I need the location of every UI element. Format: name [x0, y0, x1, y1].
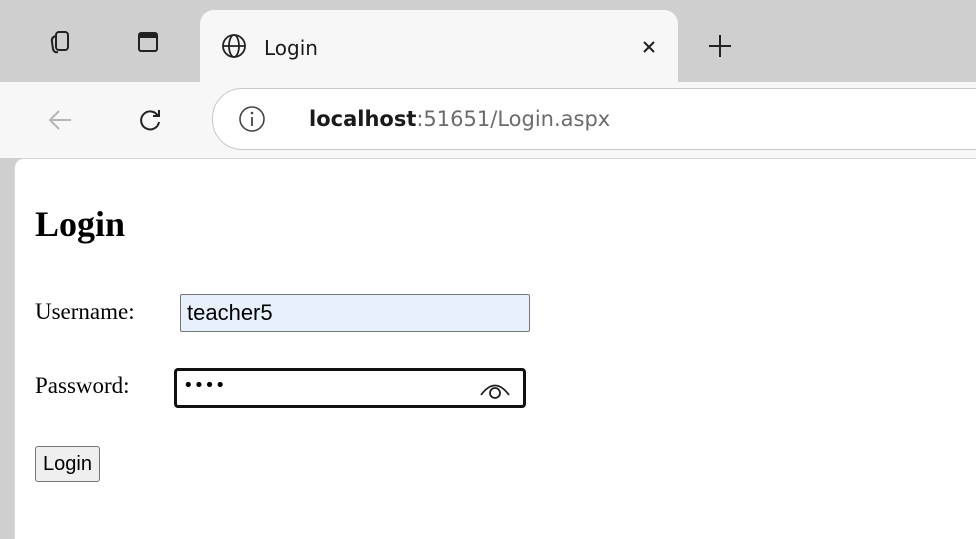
eye-icon: [480, 384, 510, 399]
workspaces-icon: [50, 31, 69, 54]
reveal-password-button[interactable]: [477, 377, 513, 401]
browser-toolbar: localhost:51651/Login.aspx: [0, 82, 976, 158]
back-button[interactable]: [40, 100, 80, 140]
refresh-icon: [140, 110, 160, 131]
active-tab[interactable]: Login: [200, 10, 678, 82]
new-tab-button[interactable]: [700, 26, 740, 66]
info-icon[interactable]: [237, 104, 267, 134]
close-icon: [643, 41, 655, 53]
globe-icon: [222, 34, 246, 58]
page-title: Login: [35, 204, 126, 244]
username-label: Username:: [35, 299, 135, 324]
login-button[interactable]: Login: [35, 446, 100, 482]
tab-title: Login: [264, 36, 318, 60]
url-host: localhost: [309, 107, 417, 131]
url-text[interactable]: localhost:51651/Login.aspx: [309, 107, 610, 131]
tab-actions-button[interactable]: [128, 22, 168, 62]
address-bar[interactable]: localhost:51651/Login.aspx: [212, 88, 976, 150]
plus-icon: [709, 35, 731, 57]
password-masked-value: ••••: [183, 375, 226, 396]
tab-actions-icon: [138, 32, 158, 52]
username-input[interactable]: [180, 294, 530, 332]
back-arrow-icon: [48, 110, 71, 130]
refresh-button[interactable]: [130, 100, 170, 140]
page-viewport: Login Username: Password: •••• Login: [14, 158, 976, 539]
workspaces-button[interactable]: [40, 22, 80, 62]
tab-strip: Login: [0, 0, 976, 82]
password-label: Password:: [35, 373, 130, 398]
url-path: :51651/Login.aspx: [416, 107, 611, 131]
close-tab-button[interactable]: [634, 32, 664, 62]
password-input[interactable]: ••••: [174, 368, 526, 408]
